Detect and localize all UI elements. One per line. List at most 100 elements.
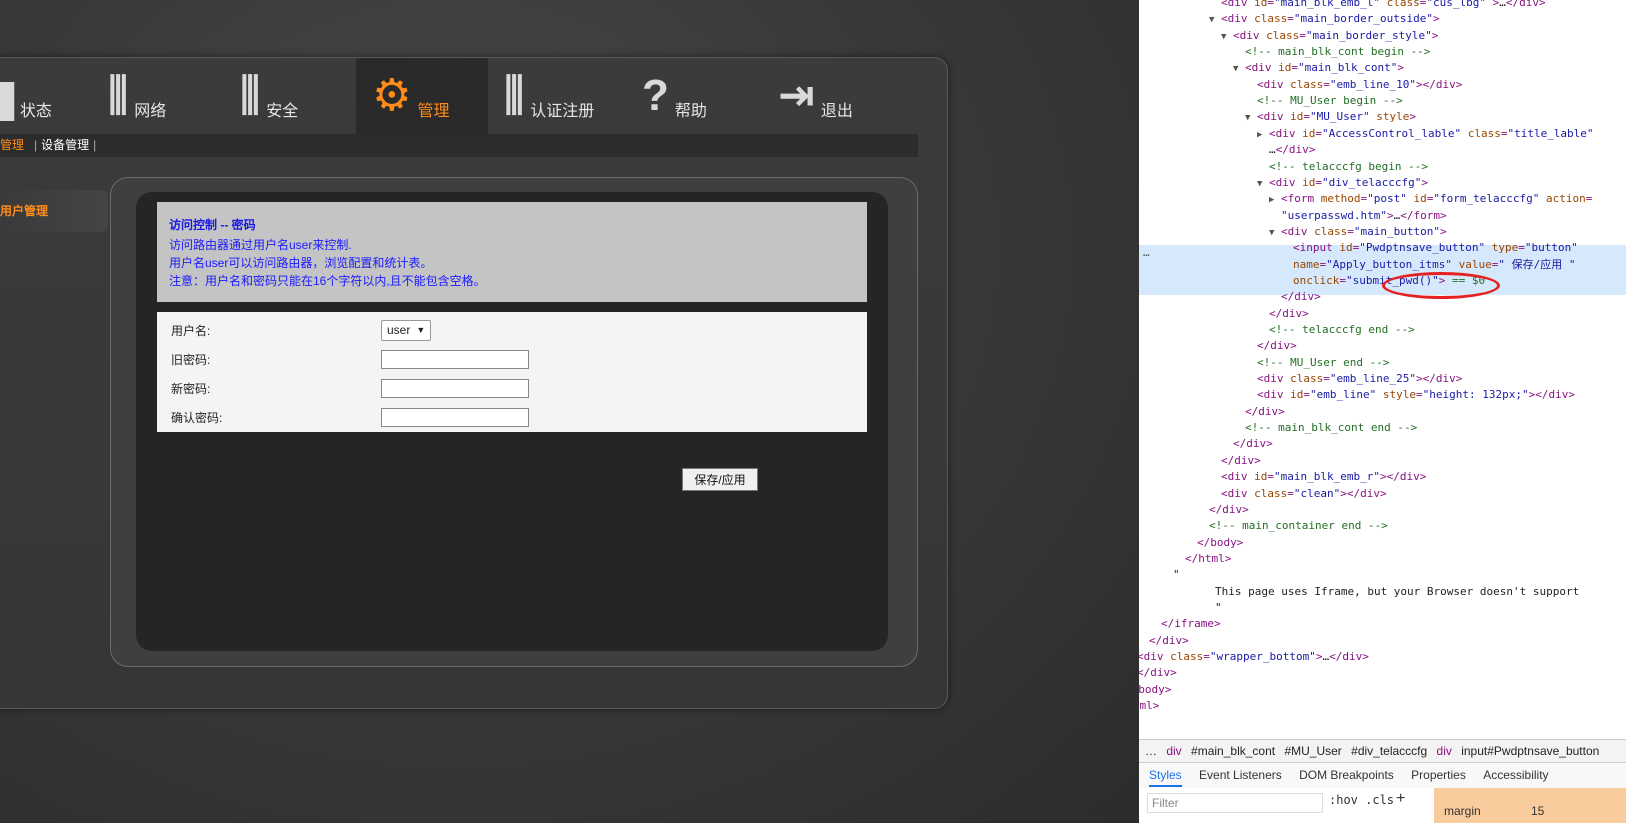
dom-tree-line[interactable]: </div> xyxy=(1233,403,1285,420)
dom-token: <!-- main_blk_cont end --> xyxy=(1245,421,1418,435)
breadcrumb-item[interactable]: #MU_User xyxy=(1284,744,1341,758)
dom-tree-line[interactable]: <div id="main_blk_emb_l" class="cus_lbg"… xyxy=(1209,0,1546,11)
nav-register[interactable]: ⫼ 认证注册 xyxy=(504,58,634,134)
dom-tree-line[interactable]: " xyxy=(1161,566,1180,583)
dom-tree-line[interactable]: </div> xyxy=(1139,664,1177,681)
dom-tree-line[interactable]: <!-- main_container end --> xyxy=(1197,517,1388,534)
nav-network[interactable]: ⫼ 网络 xyxy=(108,58,228,134)
dom-tree-line[interactable]: </iframe> xyxy=(1149,615,1221,632)
breadcrumb-item[interactable]: … xyxy=(1145,744,1157,758)
dom-token: class xyxy=(1379,0,1420,9)
hov-cls-toggle[interactable]: :hov .cls xyxy=(1329,793,1394,807)
breadcrumb-item[interactable]: div xyxy=(1437,744,1452,758)
dom-token: </html> xyxy=(1139,699,1160,713)
dom-tree-line[interactable]: </body> xyxy=(1139,681,1171,698)
collapse-arrow-icon[interactable]: ▼ xyxy=(1233,61,1245,78)
confirm-password-input[interactable] xyxy=(381,407,529,427)
dom-tree-line[interactable]: <!-- telacccfg begin --> xyxy=(1257,158,1428,175)
subnav-management[interactable]: 管理 xyxy=(0,138,24,152)
dom-tree-line[interactable]: <!-- MU_User end --> xyxy=(1245,354,1389,371)
dom-tree-line[interactable]: ▼ <div id="MU_User" style> xyxy=(1245,108,1416,125)
breadcrumb-item[interactable]: #main_blk_cont xyxy=(1191,744,1275,758)
dom-tree-line[interactable]: </html> xyxy=(1139,697,1159,714)
tab-properties[interactable]: Properties xyxy=(1411,768,1466,782)
dom-tree-line[interactable]: </div> xyxy=(1221,435,1273,452)
new-password-input[interactable] xyxy=(381,378,529,398)
breadcrumb-item[interactable]: #div_telacccfg xyxy=(1351,744,1427,758)
dom-tree-line[interactable]: <div class="emb_line_25"></div> xyxy=(1245,370,1462,387)
form-row-old-password: 旧密码: xyxy=(171,344,529,374)
status-icon: ▆ xyxy=(0,74,14,118)
dom-tree-line[interactable]: <div class="clean"></div> xyxy=(1209,485,1387,502)
tab-accessibility[interactable]: Accessibility xyxy=(1483,768,1548,782)
nav-help[interactable]: ? 帮助 xyxy=(642,58,752,134)
dom-tree-line[interactable]: ▼ <div id="main_blk_cont"> xyxy=(1233,59,1404,76)
nav-security[interactable]: ⫼ 安全 xyxy=(240,58,350,134)
dom-tree-line[interactable]: ▼ <div class="main_border_outside"> xyxy=(1209,10,1440,27)
dom-tree-line[interactable]: </div> xyxy=(1139,632,1189,649)
dom-token: <div xyxy=(1233,28,1267,42)
breadcrumb-item[interactable]: div xyxy=(1166,744,1181,758)
dom-tree-line[interactable]: </div> xyxy=(1197,501,1249,518)
security-sliders-icon: ⫼ xyxy=(240,71,261,120)
collapse-arrow-icon[interactable]: ▼ xyxy=(1221,29,1233,46)
dom-token: <div xyxy=(1257,77,1291,91)
dom-tree-line[interactable]: " xyxy=(1203,599,1222,616)
dom-tree-line[interactable]: …</div> xyxy=(1257,141,1315,158)
leftmenu-user-management[interactable]: 用户管理 xyxy=(0,190,108,232)
dom-tree-line[interactable]: <!-- MU_User begin --> xyxy=(1245,92,1403,109)
tab-styles[interactable]: Styles xyxy=(1149,768,1182,787)
dom-tree-line[interactable]: ▼ <div class="main_button"> xyxy=(1269,223,1447,240)
subnav-divider: | xyxy=(93,138,97,152)
dom-token: "userpasswd.htm" xyxy=(1281,208,1387,222)
dom-tree-line[interactable]: <!-- main_blk_cont begin --> xyxy=(1233,43,1430,60)
breadcrumb-item[interactable]: input#Pwdptnsave_button xyxy=(1461,744,1599,758)
dom-tree-line[interactable]: name="Apply_button_itms" value=" 保存/应用 " xyxy=(1281,256,1575,273)
nav-label: 帮助 xyxy=(674,103,707,120)
dom-tree-line[interactable]: <input id="Pwdptnsave_button" type="butt… xyxy=(1281,239,1578,256)
dom-tree-line[interactable]: </body> xyxy=(1185,534,1243,551)
dom-tree-line[interactable]: ▼ <div class="main_border_style"> xyxy=(1221,27,1438,44)
dom-tree-line[interactable]: ▶<div class="wrapper_bottom">…</div> xyxy=(1139,648,1369,665)
dom-token: type xyxy=(1485,241,1519,255)
dom-tree-line[interactable]: This page uses Iframe, but your Browser … xyxy=(1203,583,1579,600)
collapse-arrow-icon[interactable]: ▼ xyxy=(1209,12,1221,29)
dom-tree-line[interactable]: <div id="emb_line" style="height: 132px;… xyxy=(1245,386,1575,403)
dom-token: </div> xyxy=(1275,143,1316,157)
dom-token: class xyxy=(1290,372,1324,386)
dom-tree-line[interactable]: "userpasswd.htm">…</form> xyxy=(1269,207,1447,224)
collapse-arrow-icon[interactable]: ▼ xyxy=(1269,225,1281,242)
dom-tree-line[interactable]: <div id="main_blk_emb_r"></div> xyxy=(1209,468,1426,485)
dom-tree-line[interactable]: <!-- telacccfg end --> xyxy=(1257,321,1415,338)
dom-tree-line[interactable]: ▼ <div id="div_telacccfg"> xyxy=(1257,174,1428,191)
nav-label: 安全 xyxy=(266,103,299,120)
nav-status[interactable]: ▆ 状态 xyxy=(0,58,90,134)
tab-event-listeners[interactable]: Event Listeners xyxy=(1199,768,1282,782)
dom-tree-line[interactable]: </div> xyxy=(1269,288,1321,305)
username-select[interactable]: user ▼ xyxy=(381,319,432,341)
filter-input[interactable]: Filter xyxy=(1147,793,1323,813)
nav-management[interactable]: ⚙ 管理 xyxy=(356,58,488,134)
dom-tree-line[interactable]: ▶ <div id="AccessControl_lable" class="ti… xyxy=(1257,125,1594,142)
dom-token: <div xyxy=(1269,126,1303,140)
dom-tree-line[interactable]: <!-- main_blk_cont end --> xyxy=(1233,419,1417,436)
dom-tree-line[interactable]: <div class="emb_line_10"></div> xyxy=(1245,76,1462,93)
save-apply-button[interactable]: 保存/应用 xyxy=(682,468,758,491)
nav-label: 网络 xyxy=(134,103,167,120)
dom-tree-line[interactable]: </html> xyxy=(1173,550,1231,567)
dom-token: > xyxy=(1386,208,1394,222)
nav-logout[interactable]: ⇥ 退出 xyxy=(778,58,888,134)
collapse-arrow-icon[interactable]: ▼ xyxy=(1245,110,1257,127)
dom-tree-line[interactable]: ▶ <form method="post" id="form_telacccfg"… xyxy=(1269,190,1592,207)
subnav-device-management[interactable]: 设备管理 xyxy=(41,138,89,152)
dom-tree-line[interactable]: </div> xyxy=(1209,452,1261,469)
collapse-arrow-icon[interactable]: ▼ xyxy=(1257,176,1269,193)
dom-token: ></div> xyxy=(1528,388,1575,402)
add-rule-icon[interactable]: + xyxy=(1396,790,1405,808)
tab-dom-breakpoints[interactable]: DOM Breakpoints xyxy=(1299,768,1394,782)
old-password-input[interactable] xyxy=(381,349,529,369)
dom-tree-line[interactable]: </div> xyxy=(1257,305,1309,322)
dom-token: = xyxy=(1315,175,1322,189)
gutter-ellipsis[interactable]: … xyxy=(1143,246,1150,259)
dom-tree-line[interactable]: </div> xyxy=(1245,337,1297,354)
